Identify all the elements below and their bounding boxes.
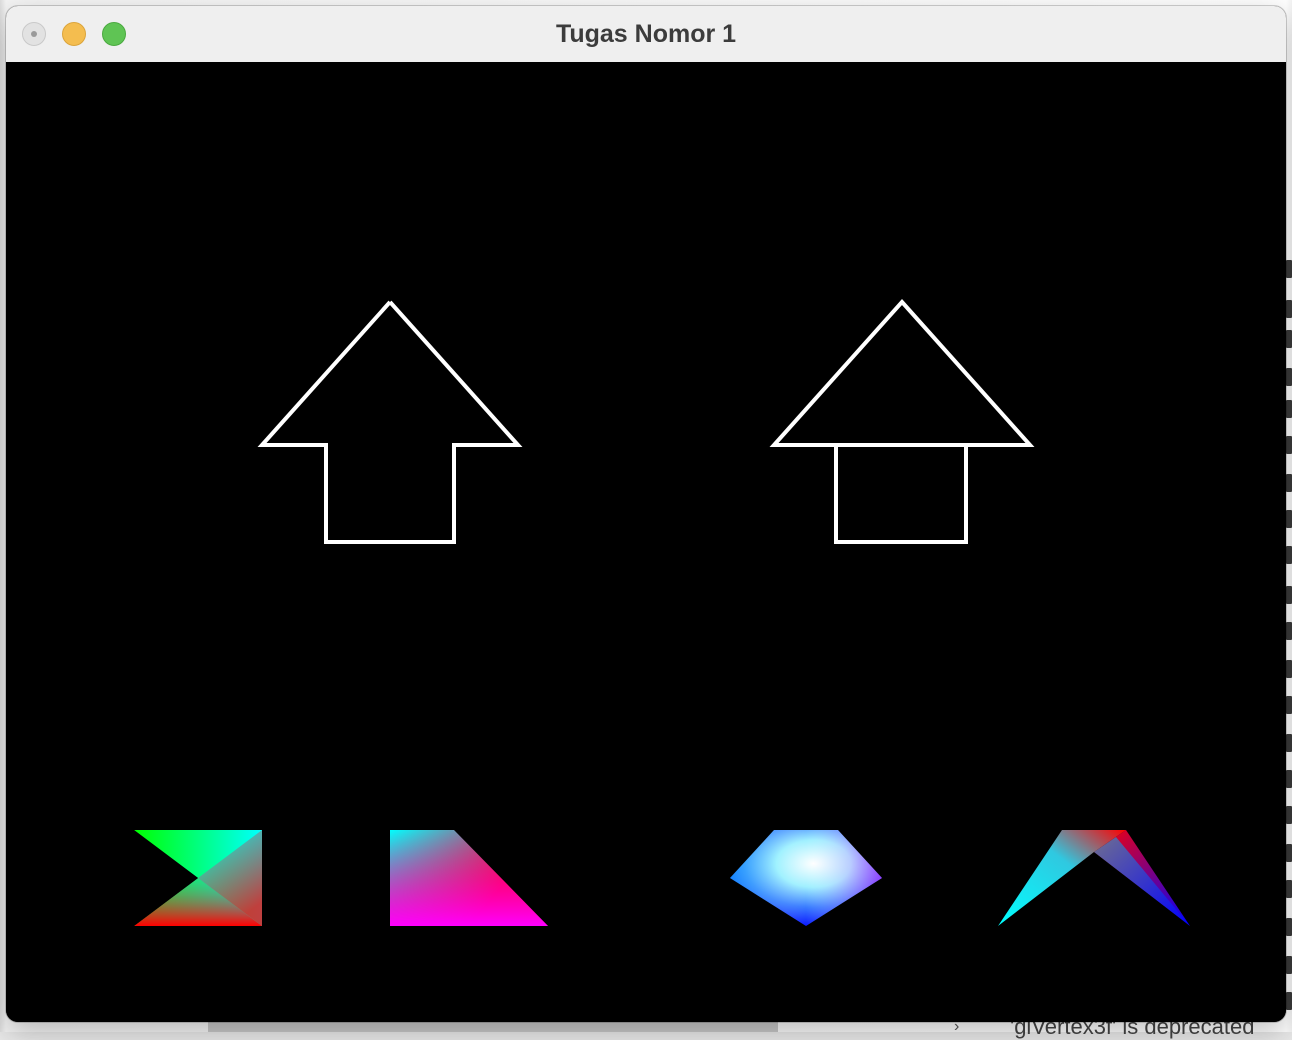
gradient-shape-4 — [998, 830, 1190, 926]
title-bar[interactable]: Tugas Nomor 1 — [6, 6, 1286, 63]
outline-arrow-left — [257, 300, 523, 544]
gradient-shape-2 — [390, 830, 548, 926]
canvas-drawing — [134, 299, 1190, 926]
gradient-shape-1 — [134, 830, 262, 926]
window-title: Tugas Nomor 1 — [555, 20, 737, 48]
gradient-shape-3 — [730, 830, 882, 926]
opengl-canvas[interactable] — [6, 62, 1286, 1022]
outline-house-right-body — [834, 443, 968, 544]
background-scrollbar — [208, 1022, 778, 1032]
outline-house-right-roof — [769, 299, 1035, 447]
app-window: Tugas Nomor 1 — [6, 6, 1286, 1022]
